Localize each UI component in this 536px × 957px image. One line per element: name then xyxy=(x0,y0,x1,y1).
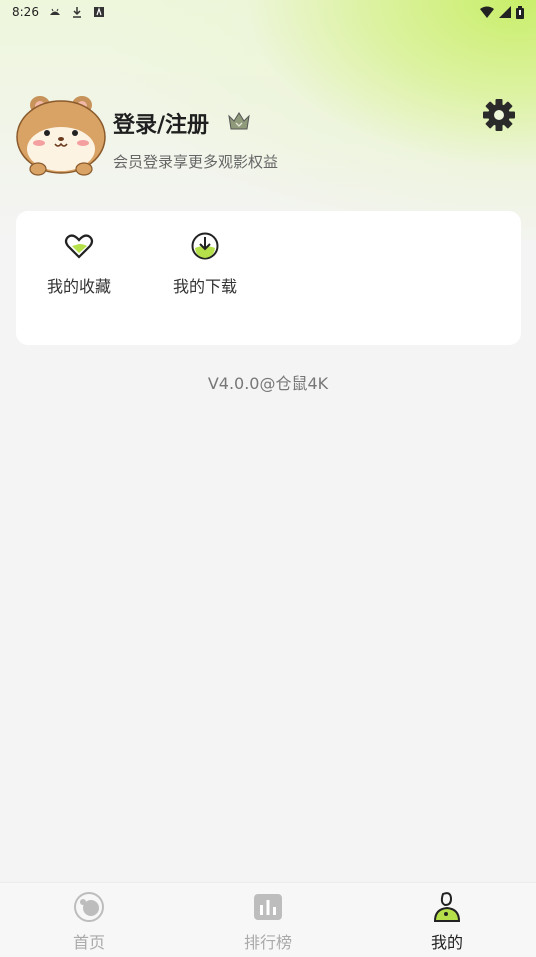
profile-icon xyxy=(433,892,461,922)
profile-section: 登录/注册 会员登录享更多观影权益 xyxy=(16,95,520,179)
favorites-label: 我的收藏 xyxy=(46,277,111,296)
vip-crown-icon xyxy=(228,112,250,130)
my-favorites-button[interactable]: 我的收藏 xyxy=(34,231,124,297)
download-circle-icon xyxy=(191,232,219,260)
tab-mine[interactable]: 我的 xyxy=(402,891,492,953)
hamster-avatar-icon[interactable] xyxy=(16,95,106,179)
download-icon xyxy=(72,7,81,18)
downloads-label: 我的下载 xyxy=(172,277,237,296)
tab-ranking[interactable]: 排行榜 xyxy=(223,891,313,953)
status-bar: 8:26 xyxy=(0,0,536,24)
status-right xyxy=(480,5,524,19)
my-downloads-button[interactable]: 我的下载 xyxy=(160,231,250,297)
home-icon xyxy=(74,892,104,922)
signal-icon xyxy=(499,6,511,18)
tab-ranking-label: 排行榜 xyxy=(243,933,292,952)
status-left: 8:26 xyxy=(12,5,105,19)
android-debug-icon xyxy=(49,8,60,15)
tab-home[interactable]: 首页 xyxy=(44,891,134,953)
member-benefit-text: 会员登录享更多观影权益 xyxy=(113,153,279,171)
tab-mine-label: 我的 xyxy=(430,933,463,952)
bottom-navigation: 首页 排行榜 我的 xyxy=(0,882,536,957)
heart-icon xyxy=(64,234,94,259)
tab-home-label: 首页 xyxy=(72,933,105,952)
gear-icon[interactable] xyxy=(482,98,516,132)
login-register-link[interactable]: 登录/注册 xyxy=(113,107,209,139)
status-time: 8:26 xyxy=(12,5,39,19)
battery-icon xyxy=(516,5,524,19)
shortcuts-card: 我的收藏 我的下载 xyxy=(16,211,521,345)
ranking-icon xyxy=(254,894,282,920)
wifi-icon xyxy=(480,6,494,18)
a-box-icon xyxy=(93,7,104,17)
app-version-text: V4.0.0@仓鼠4K xyxy=(207,374,329,393)
